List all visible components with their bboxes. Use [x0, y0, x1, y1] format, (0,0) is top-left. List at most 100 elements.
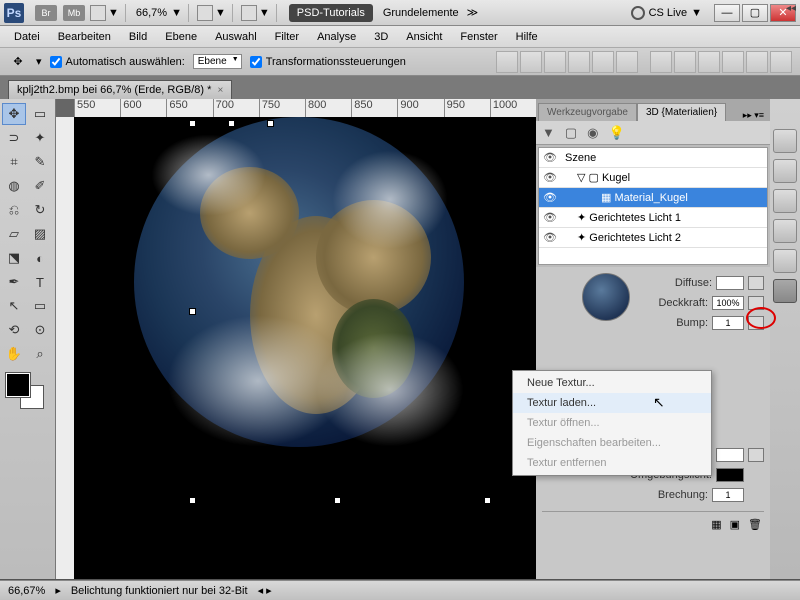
- material-preview[interactable]: [582, 273, 630, 321]
- menu-ebene[interactable]: Ebene: [157, 29, 205, 45]
- document-tab[interactable]: kplj2th2.bmp bei 66,7% (Erde, RGB/8) *×: [8, 80, 232, 99]
- workspace-selector[interactable]: PSD-Tutorials: [289, 4, 373, 22]
- distribute-button[interactable]: [698, 51, 720, 73]
- align-button[interactable]: [544, 51, 566, 73]
- distribute-button[interactable]: [746, 51, 768, 73]
- panel-tab-presets[interactable]: Werkzeugvorgabe: [538, 103, 637, 121]
- auto-select-checkbox[interactable]: [50, 56, 62, 68]
- distribute-button[interactable]: [674, 51, 696, 73]
- cslive-label[interactable]: CS Live: [649, 7, 688, 19]
- ctx-new-texture[interactable]: Neue Textur...: [513, 373, 711, 393]
- view-icon[interactable]: [90, 5, 106, 21]
- transform-checkbox[interactable]: [250, 56, 262, 68]
- menu-3d[interactable]: 3D: [366, 29, 396, 45]
- history-brush-tool[interactable]: ↻: [28, 199, 52, 221]
- scene-light1[interactable]: ✦ Gerichtetes Licht 1: [561, 211, 681, 224]
- align-button[interactable]: [616, 51, 638, 73]
- align-button[interactable]: [520, 51, 542, 73]
- scene-material[interactable]: ▦ Material_Kugel: [561, 191, 688, 204]
- gloss-swatch[interactable]: [716, 448, 744, 462]
- visibility-icon[interactable]: 👁: [539, 211, 561, 224]
- 3d-tool[interactable]: ⟲: [2, 319, 26, 341]
- visibility-icon[interactable]: 👁: [539, 231, 561, 244]
- path-tool[interactable]: ↖: [2, 295, 26, 317]
- marquee-tool[interactable]: ▭: [28, 103, 52, 125]
- bump-value[interactable]: 1: [712, 316, 744, 330]
- delete-icon[interactable]: 🗑: [748, 518, 762, 533]
- transform-handle[interactable]: [189, 308, 196, 315]
- crop-tool[interactable]: ⌗: [2, 151, 26, 173]
- minibridge-badge[interactable]: Mb: [63, 5, 85, 21]
- blur-tool[interactable]: ⬔: [2, 247, 26, 269]
- menu-filter[interactable]: Filter: [267, 29, 307, 45]
- minimize-button[interactable]: —: [714, 4, 740, 22]
- lasso-tool[interactable]: ⊃: [2, 127, 26, 149]
- scene-mesh[interactable]: ▽ ▢ Kugel: [561, 171, 630, 184]
- align-button[interactable]: [568, 51, 590, 73]
- dock-paths[interactable]: [773, 219, 797, 243]
- menu-bearbeiten[interactable]: Bearbeiten: [50, 29, 119, 45]
- filter-scene-icon[interactable]: ▼: [542, 125, 555, 140]
- workspace-alt[interactable]: Grundelemente: [383, 7, 459, 19]
- gradient-tool[interactable]: ▨: [28, 223, 52, 245]
- align-button[interactable]: [496, 51, 518, 73]
- pen-tool[interactable]: ✒: [2, 271, 26, 293]
- gloss-menu[interactable]: [748, 448, 764, 462]
- extras-icon[interactable]: [241, 5, 257, 21]
- transform-handle[interactable]: [228, 120, 235, 127]
- visibility-icon[interactable]: 👁: [539, 191, 561, 204]
- transform-handle[interactable]: [484, 497, 491, 504]
- hand-tool[interactable]: ✋: [2, 343, 26, 365]
- render-icon[interactable]: ▣: [730, 518, 740, 533]
- visibility-icon[interactable]: 👁: [539, 171, 561, 184]
- opacity-value[interactable]: 100%: [712, 296, 744, 310]
- panel-tab-3d[interactable]: 3D {Materialien}: [637, 103, 726, 121]
- wand-tool[interactable]: ✦: [28, 127, 52, 149]
- diffuse-swatch[interactable]: [716, 276, 744, 290]
- transform-handle[interactable]: [189, 497, 196, 504]
- filter-material-icon[interactable]: ◉: [587, 125, 598, 141]
- ambient-swatch[interactable]: [716, 468, 744, 482]
- type-tool[interactable]: T: [28, 271, 52, 293]
- refraction-value[interactable]: 1: [712, 488, 744, 502]
- dock-channels[interactable]: [773, 189, 797, 213]
- brush-tool[interactable]: ✐: [28, 175, 52, 197]
- dock-swatches[interactable]: [773, 129, 797, 153]
- zoom-tool[interactable]: ⌕: [28, 343, 52, 365]
- maximize-button[interactable]: ▢: [742, 4, 768, 22]
- scene-root[interactable]: Szene: [561, 152, 596, 164]
- eyedropper-tool[interactable]: ✎: [28, 151, 52, 173]
- layer-dropdown[interactable]: Ebene: [193, 54, 242, 69]
- filter-light-icon[interactable]: 💡: [609, 125, 625, 141]
- heal-tool[interactable]: ◍: [2, 175, 26, 197]
- menu-datei[interactable]: Datei: [6, 29, 48, 45]
- dock-layers[interactable]: [773, 159, 797, 183]
- menu-fenster[interactable]: Fenster: [452, 29, 505, 45]
- align-button[interactable]: [592, 51, 614, 73]
- new-icon[interactable]: ▦: [711, 518, 721, 533]
- 3d-cam-tool[interactable]: ⊙: [28, 319, 52, 341]
- transform-handle[interactable]: [267, 120, 274, 127]
- status-zoom[interactable]: 66,67%: [8, 585, 45, 597]
- diffuse-menu[interactable]: [748, 276, 764, 290]
- dock-3d[interactable]: [773, 279, 797, 303]
- menu-hilfe[interactable]: Hilfe: [508, 29, 546, 45]
- ctx-load-texture[interactable]: Textur laden...: [513, 393, 711, 413]
- menu-analyse[interactable]: Analyse: [309, 29, 364, 45]
- transform-handle[interactable]: [189, 120, 196, 127]
- visibility-icon[interactable]: 👁: [539, 151, 561, 164]
- shape-tool[interactable]: ▭: [28, 295, 52, 317]
- zoom-level[interactable]: 66,7%: [136, 7, 167, 19]
- menu-bild[interactable]: Bild: [121, 29, 155, 45]
- distribute-button[interactable]: [770, 51, 792, 73]
- menu-ansicht[interactable]: Ansicht: [398, 29, 450, 45]
- canvas[interactable]: [74, 117, 536, 579]
- transform-handle[interactable]: [334, 497, 341, 504]
- distribute-button[interactable]: [722, 51, 744, 73]
- screenmode-icon[interactable]: [197, 5, 213, 21]
- menu-auswahl[interactable]: Auswahl: [207, 29, 265, 45]
- filter-mesh-icon[interactable]: ▢: [565, 125, 577, 141]
- bridge-badge[interactable]: Br: [35, 5, 57, 21]
- distribute-button[interactable]: [650, 51, 672, 73]
- move-tool[interactable]: ✥: [2, 103, 26, 125]
